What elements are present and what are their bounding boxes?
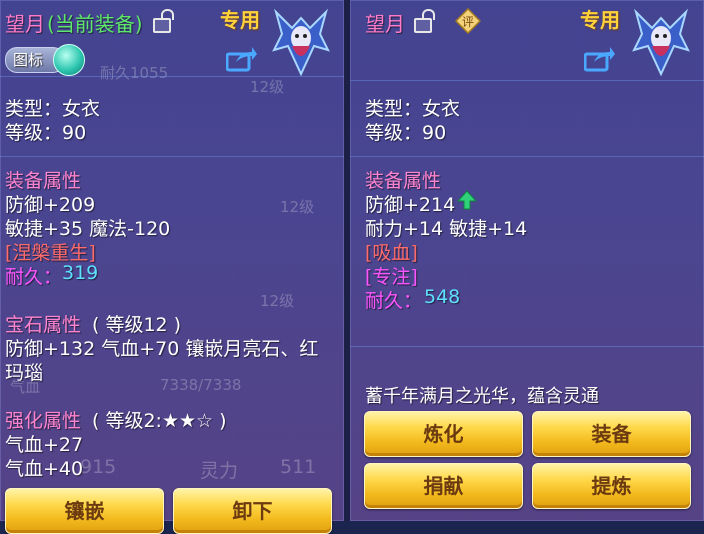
strengthen-level: ( 等级2:★★☆ ) <box>92 410 227 432</box>
durability-value: 319 <box>62 262 99 284</box>
lock-icon[interactable] <box>414 9 435 33</box>
gem-line: 防御+132 气血+70 镶嵌月亮石、红 <box>5 338 319 360</box>
durability-label: 耐久： <box>365 290 423 312</box>
icon-toggle[interactable]: 图标 <box>5 44 85 76</box>
ghost-text: 12级 <box>260 292 295 310</box>
equip-button-label: 装备 <box>591 422 632 446</box>
strengthen-attr-heading: 强化属性 <box>5 410 82 432</box>
donate-button[interactable]: 捐献 <box>364 463 523 509</box>
special-effect: [涅槃重生] <box>5 242 96 264</box>
share-icon[interactable] <box>226 46 258 72</box>
lock-icon[interactable] <box>153 9 174 33</box>
ghost-text: 7338/7338 <box>160 376 242 394</box>
stat-up-arrow-icon <box>457 190 477 210</box>
item-type: 类型：女衣 <box>5 98 101 120</box>
unequip-button[interactable]: 卸下 <box>173 488 332 534</box>
ghost-text: 12级 <box>250 78 285 96</box>
gem-attr-heading: 宝石属性 <box>5 314 82 336</box>
icon-toggle-label: 图标 <box>13 51 44 69</box>
donate-button-label: 捐献 <box>423 474 464 498</box>
item-type: 类型：女衣 <box>365 98 461 120</box>
divider <box>350 156 704 157</box>
divider <box>0 156 344 157</box>
refine-button-label: 炼化 <box>423 422 464 446</box>
ghost-text: 511 <box>280 456 317 478</box>
divider <box>350 346 704 347</box>
share-icon[interactable] <box>584 46 616 72</box>
durability-value: 548 <box>424 286 461 308</box>
inlay-button[interactable]: 镶嵌 <box>5 488 164 534</box>
gem-level: ( 等级12 ) <box>92 314 182 336</box>
refine-button[interactable]: 炼化 <box>364 411 523 457</box>
item-level: 等级：90 <box>365 122 447 144</box>
rating-badge-icon[interactable]: 评 <box>455 8 481 34</box>
special-effect: [专注] <box>365 266 418 288</box>
unequip-button-label: 卸下 <box>232 499 273 523</box>
attr-line: 敏捷+35 魔法-120 <box>5 218 171 240</box>
exclusive-label: 专用 <box>220 8 260 32</box>
gem-line: 玛瑙 <box>5 362 44 384</box>
ghost-text: 灵力 <box>200 460 239 482</box>
attr-line: 耐力+14 敏捷+14 <box>365 218 528 240</box>
strengthen-line: 气血+27 <box>5 434 84 456</box>
extract-button[interactable]: 提炼 <box>532 463 691 509</box>
inlay-button-label: 镶嵌 <box>64 499 105 523</box>
extract-button-label: 提炼 <box>591 474 632 498</box>
equip-button[interactable]: 装备 <box>532 411 691 457</box>
equip-attr-heading: 装备属性 <box>365 170 442 192</box>
character-portrait-icon[interactable] <box>270 8 332 78</box>
current-equipment-panel: 耐久1055 12级 12级 7338/7338 气血 灵力 511 915 1… <box>0 0 344 534</box>
strengthen-line: 气血+40 <box>5 458 84 480</box>
item-description: 蓄千年满月之光华，蕴含灵通 <box>365 386 599 407</box>
character-portrait-icon[interactable] <box>630 8 692 78</box>
compare-item-name: 望月 <box>365 12 405 36</box>
rating-badge-label: 评 <box>462 15 474 29</box>
current-equipped-label: (当前装备) <box>47 12 143 36</box>
exclusive-label: 专用 <box>580 8 620 32</box>
equip-attr-heading: 装备属性 <box>5 170 82 192</box>
toggle-orb-icon <box>53 44 85 76</box>
attr-line: 防御+214 <box>365 194 456 216</box>
item-name: 望月 <box>5 12 45 36</box>
attr-line: 防御+209 <box>5 194 96 216</box>
special-effect: [吸血] <box>365 242 418 264</box>
durability-label: 耐久： <box>5 266 63 288</box>
ghost-text: 915 <box>80 456 117 478</box>
item-level: 等级：90 <box>5 122 87 144</box>
ghost-text: 12级 <box>280 198 315 216</box>
divider <box>350 80 704 81</box>
ghost-text: 耐久1055 <box>100 64 169 82</box>
